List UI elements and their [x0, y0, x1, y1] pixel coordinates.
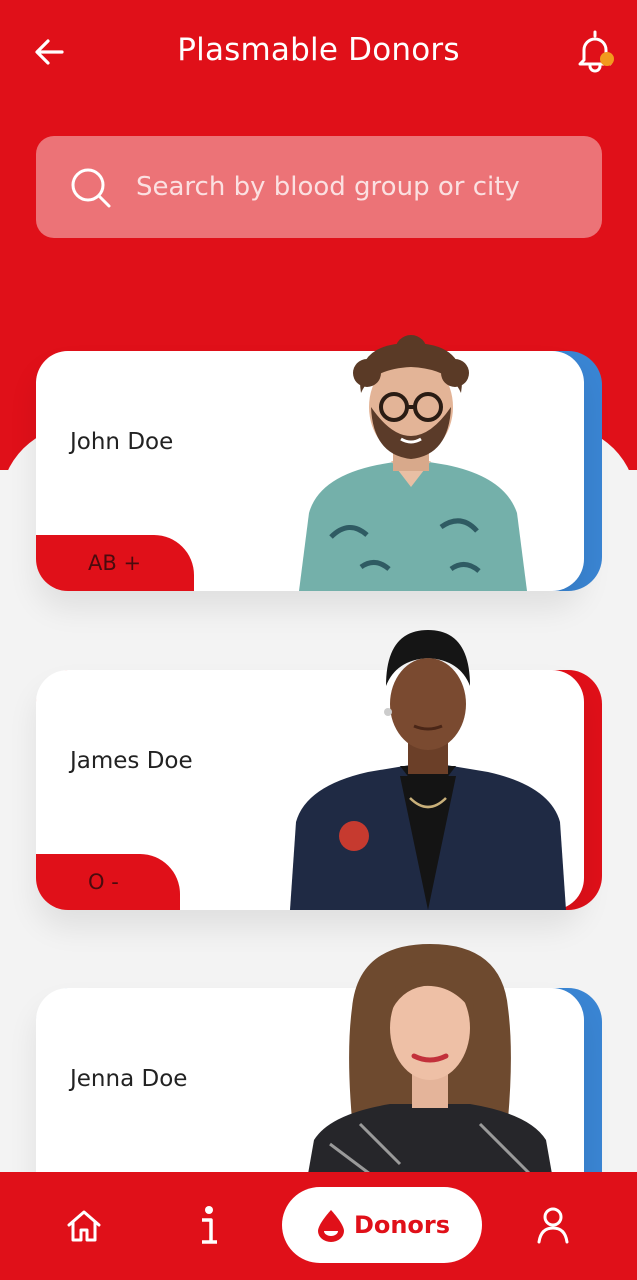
- donor-card[interactable]: James Doe O -: [36, 630, 602, 910]
- page-title: Plasmable Donors: [177, 32, 460, 68]
- donor-avatar: [308, 944, 552, 1176]
- donor-name: Jenna Doe: [70, 1066, 188, 1092]
- bell-icon: [578, 30, 612, 73]
- blood-group-badge: AB +: [36, 535, 194, 591]
- blood-group-badge: O -: [36, 854, 180, 910]
- app-header: Plasmable Donors: [0, 0, 637, 104]
- donor-name: James Doe: [70, 748, 193, 774]
- search-bar[interactable]: [36, 136, 602, 238]
- donor-avatar: [299, 335, 527, 591]
- notification-badge: [600, 52, 614, 66]
- notifications-button[interactable]: [574, 28, 616, 74]
- donor-card-body[interactable]: James Doe O -: [36, 630, 584, 910]
- donor-avatar: [290, 630, 566, 910]
- home-icon: [67, 1210, 101, 1242]
- info-icon: [202, 1206, 217, 1244]
- donor-name: John Doe: [70, 429, 174, 455]
- search-icon: [71, 168, 111, 208]
- nav-profile[interactable]: [536, 1206, 570, 1244]
- user-icon: [537, 1207, 569, 1244]
- search-input[interactable]: [136, 136, 586, 238]
- donor-card-body[interactable]: John Doe AB +: [36, 335, 584, 591]
- nav-donors[interactable]: Donors: [282, 1187, 482, 1263]
- blood-drop-icon: [317, 1210, 344, 1242]
- nav-home[interactable]: [64, 1206, 104, 1246]
- nav-info[interactable]: [194, 1204, 224, 1248]
- nav-donors-label: Donors: [353, 1211, 451, 1239]
- donor-card[interactable]: John Doe AB +: [36, 335, 602, 591]
